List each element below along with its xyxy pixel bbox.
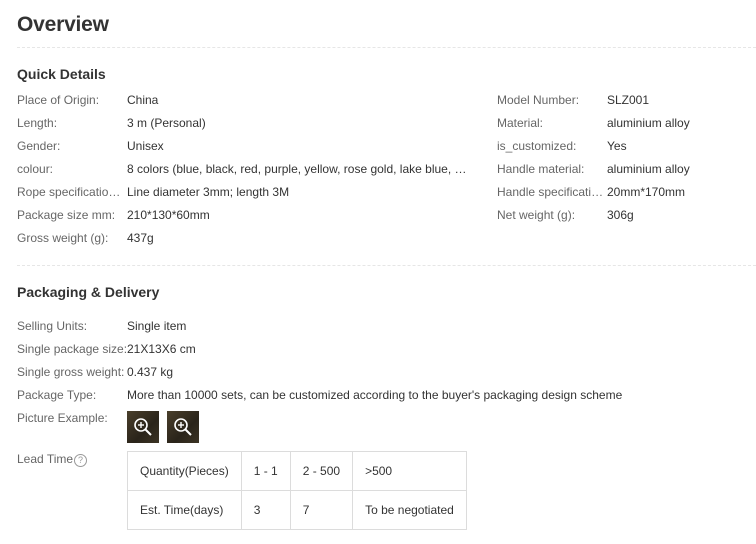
packaging-label: Single gross weight: [17, 365, 125, 379]
detail-label: Handle material: [497, 162, 585, 176]
detail-row: Gender: Unisex [17, 137, 467, 155]
packaging-label: Selling Units: [17, 319, 88, 333]
detail-value: aluminium alloy [607, 162, 690, 176]
table-row: Est. Time(days) 3 7 To be negotiated [127, 490, 468, 530]
detail-value: SLZ001 [607, 93, 650, 107]
lead-time-text: Lead Time [17, 452, 74, 466]
table-cell: >500 [352, 451, 468, 491]
detail-label: Rope specification ... [17, 185, 125, 199]
lead-time-label: Lead Time? [17, 450, 88, 468]
detail-label: Length: [17, 116, 58, 130]
detail-value: 437g [127, 231, 154, 245]
picture-thumbnail[interactable] [127, 411, 159, 443]
detail-row: Gross weight (g): 437g [17, 229, 467, 247]
help-icon[interactable]: ? [74, 454, 88, 467]
picture-example-label: Picture Example: [17, 411, 108, 425]
packaging-label: Single package size: [17, 342, 128, 356]
table-cell: 2 - 500 [289, 451, 354, 491]
detail-row: Package size mm: 210*130*60mm [17, 206, 467, 224]
detail-label: Package size mm: [17, 208, 116, 222]
detail-label: Net weight (g): [497, 208, 576, 222]
detail-row: colour: 8 colors (blue, black, red, purp… [17, 160, 467, 178]
detail-value: Unisex [127, 139, 164, 153]
divider [17, 47, 756, 48]
table-cell: 7 [289, 490, 354, 530]
table-cell: Quantity(Pieces) [127, 451, 242, 491]
detail-row: Place of Origin: China [17, 91, 467, 109]
detail-value: 8 colors (blue, black, red, purple, yell… [127, 162, 467, 176]
table-cell: 1 - 1 [240, 451, 291, 491]
packaging-label: Package Type: [17, 388, 97, 402]
table-row: Quantity(Pieces) 1 - 1 2 - 500 >500 [127, 451, 468, 491]
packaging-value: More than 10000 sets, can be customized … [127, 388, 623, 402]
detail-value: 20mm*170mm [607, 185, 686, 199]
packaging-row: Package Type: More than 10000 sets, can … [17, 386, 747, 404]
detail-row: Material: aluminium alloy [497, 114, 752, 132]
packaging-value: 21X13X6 cm [127, 342, 196, 356]
quick-details-title: Quick Details [17, 66, 106, 82]
detail-label: is_customized: [497, 139, 577, 153]
detail-value: 210*130*60mm [127, 208, 210, 222]
detail-label: Model Number: [497, 93, 580, 107]
table-cell: 3 [240, 490, 291, 530]
detail-row: Net weight (g): 306g [497, 206, 752, 224]
page-title: Overview [17, 13, 109, 36]
packaging-value: Single item [127, 319, 187, 333]
detail-row: Length: 3 m (Personal) [17, 114, 467, 132]
zoom-in-icon [134, 418, 152, 436]
detail-label: Place of Origin: [17, 93, 100, 107]
detail-row: Model Number: SLZ001 [497, 91, 752, 109]
detail-label: Material: [497, 116, 544, 130]
detail-value: aluminium alloy [607, 116, 690, 130]
table-cell: Est. Time(days) [127, 490, 242, 530]
packaging-row: Selling Units: Single item [17, 317, 747, 335]
detail-value: 306g [607, 208, 634, 222]
detail-row: Handle specificatio... 20mm*170mm [497, 183, 752, 201]
packaging-title: Packaging & Delivery [17, 284, 160, 300]
detail-row: Handle material: aluminium alloy [497, 160, 752, 178]
detail-value: China [127, 93, 159, 107]
detail-label: colour: [17, 162, 54, 176]
packaging-row: Single gross weight: 0.437 kg [17, 363, 747, 381]
divider [17, 265, 756, 266]
detail-row: is_customized: Yes [497, 137, 752, 155]
detail-label: Handle specificatio... [497, 185, 604, 199]
detail-value: 3 m (Personal) [127, 116, 206, 130]
picture-thumbnail[interactable] [167, 411, 199, 443]
detail-label: Gender: [17, 139, 61, 153]
detail-value: Yes [607, 139, 627, 153]
packaging-row: Single package size: 21X13X6 cm [17, 340, 747, 358]
detail-row: Rope specification ... Line diameter 3mm… [17, 183, 467, 201]
zoom-in-icon [174, 418, 192, 436]
detail-label: Gross weight (g): [17, 231, 109, 245]
table-cell: To be negotiated [352, 490, 468, 530]
packaging-value: 0.437 kg [127, 365, 174, 379]
lead-time-table: Quantity(Pieces) 1 - 1 2 - 500 >500 Est.… [127, 451, 468, 530]
detail-value: Line diameter 3mm; length 3M [127, 185, 290, 199]
